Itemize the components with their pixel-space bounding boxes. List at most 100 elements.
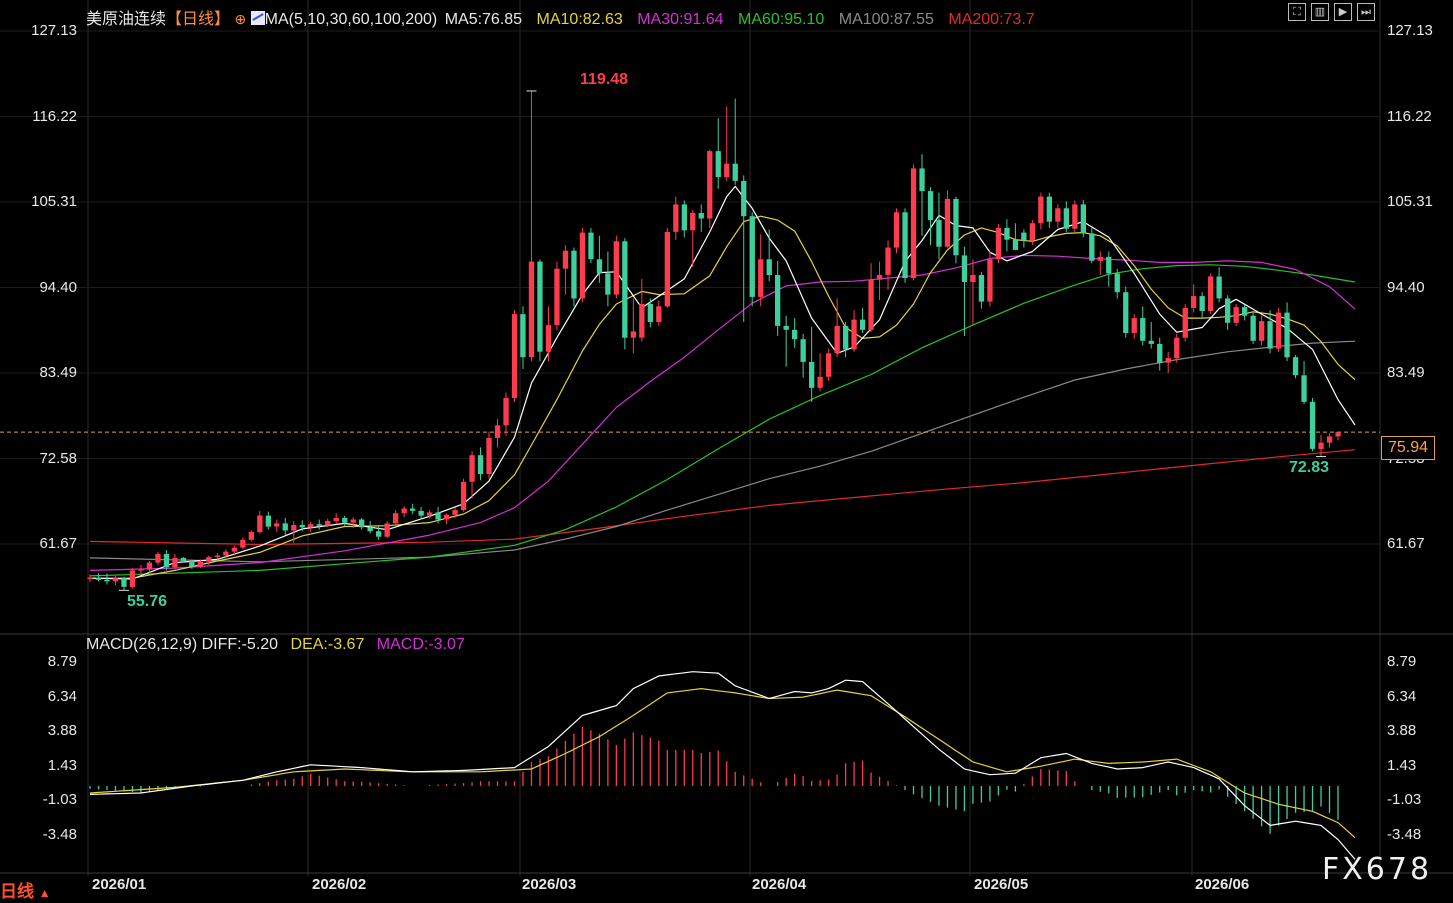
candle-body — [809, 362, 815, 388]
crosshair-icon[interactable]: ⊕ — [234, 11, 246, 27]
candle-body — [1123, 292, 1129, 333]
candle-body — [350, 519, 356, 523]
candle-body — [927, 191, 934, 221]
candle-body — [1131, 318, 1137, 333]
candle — [588, 227, 594, 264]
candle-body — [1318, 442, 1324, 449]
ma-params[interactable]: MA(5,10,30,60,100,200) — [265, 11, 438, 28]
candle-body — [112, 578, 119, 582]
candle — [707, 149, 713, 228]
candle — [1275, 307, 1282, 352]
candle-body — [418, 510, 424, 516]
candle — [622, 238, 628, 350]
candle-body — [443, 514, 450, 520]
macd-tick-label: 1.43 — [47, 756, 77, 774]
candle-body — [944, 198, 951, 247]
chart-canvas[interactable] — [0, 0, 1453, 903]
candle-body — [613, 241, 619, 295]
candle — [902, 208, 908, 283]
candle-body — [1309, 401, 1316, 449]
candle — [1233, 303, 1239, 326]
candle-body — [248, 532, 254, 540]
candle-body — [1208, 276, 1214, 311]
candle-body — [1199, 296, 1205, 311]
candle-body — [868, 279, 874, 330]
macd-params[interactable]: MACD(26,12,9) — [86, 636, 197, 653]
candle-body — [1301, 375, 1307, 402]
chart-legend: 美原油连续【日线】 ⊕ MA(5,10,30,60,100,200) MA5:7… — [86, 5, 1035, 29]
candle-body — [910, 168, 917, 279]
price-tick-label: 72.58 — [39, 449, 77, 467]
triangle-up-icon[interactable]: ▲ — [39, 886, 51, 900]
candle — [1292, 354, 1299, 379]
candle-body — [299, 525, 305, 528]
candle — [995, 224, 1002, 264]
symbol-name[interactable]: 美原油连续 — [86, 11, 166, 28]
candle-body — [970, 275, 976, 283]
candle — [987, 251, 993, 307]
candle-body — [435, 512, 441, 520]
low-end-label: 72.83 — [1289, 459, 1330, 476]
period-label[interactable]: 【日线】 — [166, 11, 230, 28]
candle — [893, 208, 900, 254]
candle-body — [95, 577, 102, 580]
candle-body — [859, 319, 866, 330]
price-tick-label: 127.13 — [31, 22, 77, 39]
candle-body — [265, 515, 271, 527]
candle-body — [562, 250, 569, 269]
candle-body — [978, 275, 985, 302]
price-tick-label: 105.31 — [1387, 193, 1433, 210]
candle-body — [520, 314, 526, 358]
candle-body — [987, 259, 993, 302]
price-tick-label: 61.67 — [39, 535, 77, 552]
candle-body — [596, 259, 603, 274]
price-tick-label: 116.22 — [1387, 107, 1432, 125]
candle-body — [851, 319, 857, 350]
candle-body — [639, 304, 645, 338]
candle-body — [240, 539, 246, 548]
date-tick-label: 2026/01 — [92, 876, 147, 893]
macd-tick-label: 8.79 — [47, 653, 77, 670]
candle-body — [129, 570, 136, 587]
candle-body — [664, 231, 670, 307]
candle — [1250, 312, 1256, 344]
candle-body — [316, 524, 322, 526]
candle-body — [1267, 321, 1273, 349]
candle — [571, 247, 577, 307]
candle-body — [775, 275, 781, 326]
period-switch[interactable]: 日线 ▲ — [0, 877, 51, 902]
candle-body — [545, 325, 552, 352]
candle-body — [579, 232, 586, 299]
candle — [1123, 286, 1129, 338]
candle — [1208, 273, 1214, 315]
candle-body — [673, 204, 679, 232]
period-button[interactable]: 日线 — [0, 882, 34, 901]
play-icon[interactable]: ▶ — [1334, 3, 1352, 21]
date-tick-label: 2026/06 — [1195, 876, 1250, 893]
candle-body — [393, 513, 399, 524]
candle — [486, 431, 492, 479]
candle-body — [197, 561, 203, 567]
fullscreen-icon[interactable]: ⛶ — [1288, 3, 1306, 21]
candle — [248, 530, 254, 542]
candle-body — [1114, 273, 1120, 293]
candle-body — [1191, 296, 1197, 308]
candle-body — [876, 275, 883, 280]
date-tick-label: 2026/03 — [522, 876, 577, 893]
candle-body — [282, 523, 288, 531]
candle-body — [180, 557, 187, 561]
ma100-value: MA100:87.55 — [838, 11, 934, 28]
candle — [749, 212, 755, 307]
candle-body — [155, 554, 161, 563]
compare-icon[interactable]: ▥ — [1311, 3, 1329, 21]
step-forward-icon[interactable]: ⏭ — [1357, 3, 1375, 21]
candle-body — [1335, 432, 1341, 437]
candle-body — [995, 227, 1002, 260]
candle-body — [1284, 312, 1290, 358]
indicator-icon[interactable] — [250, 11, 265, 25]
candle-body — [843, 325, 849, 350]
candle-body — [384, 523, 390, 537]
candle-body — [138, 569, 144, 571]
candle-body — [274, 523, 280, 527]
candle-body — [741, 180, 747, 217]
